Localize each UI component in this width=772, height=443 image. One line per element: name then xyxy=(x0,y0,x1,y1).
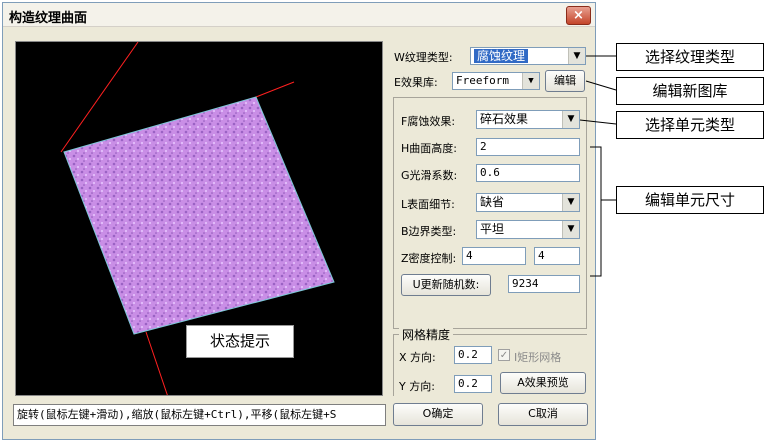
callout-library: 编辑新图库 xyxy=(616,77,764,105)
callout-texture-type: 选择纹理类型 xyxy=(616,43,764,71)
callout-cell-type: 选择单元类型 xyxy=(616,111,764,139)
callout-line xyxy=(585,80,617,91)
callout-cell-size: 编辑单元尺寸 xyxy=(616,186,764,214)
callout-bracket xyxy=(590,146,602,277)
callout-line xyxy=(579,119,617,125)
